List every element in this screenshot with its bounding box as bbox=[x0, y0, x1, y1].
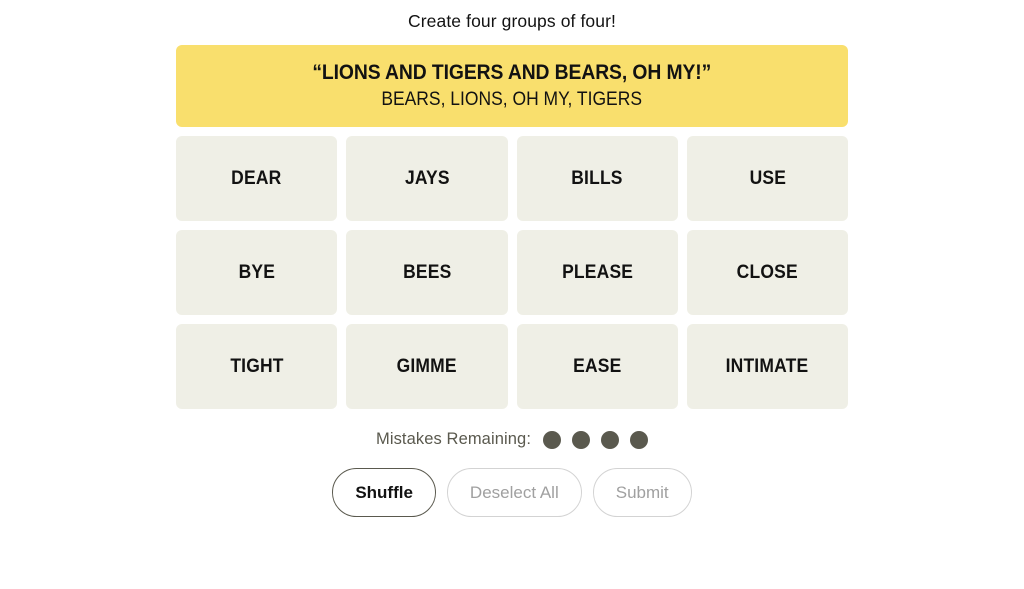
word-tile-label: BYE bbox=[238, 261, 275, 283]
word-tile-ease[interactable]: EASE bbox=[516, 324, 678, 409]
word-tile-please[interactable]: PLEASE bbox=[516, 230, 678, 315]
solved-group-members: BEARS, LIONS, OH MY, TIGERS bbox=[381, 89, 643, 111]
connections-game-page: Create four groups of four! “LIONS AND T… bbox=[0, 0, 1024, 589]
puzzle-board: “LIONS AND TIGERS AND BEARS, OH MY!” BEA… bbox=[176, 45, 848, 409]
instruction-text: Create four groups of four! bbox=[408, 11, 616, 31]
mistakes-remaining: Mistakes Remaining: bbox=[375, 430, 649, 449]
word-tile-label: GIMME bbox=[396, 355, 457, 377]
word-tile-label: DEAR bbox=[231, 167, 282, 189]
mistakes-dot-group bbox=[543, 430, 649, 449]
word-tile-gimme[interactable]: GIMME bbox=[346, 324, 508, 409]
word-tile-label: CLOSE bbox=[736, 261, 798, 283]
submit-button[interactable]: Submit bbox=[592, 468, 692, 517]
word-tile-label: PLEASE bbox=[561, 261, 633, 283]
solved-group-title: “LIONS AND TIGERS AND BEARS, OH MY!” bbox=[312, 61, 712, 84]
tile-row: DEAR JAYS BILLS USE bbox=[176, 136, 848, 221]
action-button-row: Shuffle Deselect All Submit bbox=[332, 468, 692, 517]
word-tile-label: JAYS bbox=[404, 167, 450, 189]
word-tile-use[interactable]: USE bbox=[686, 136, 848, 221]
word-tile-intimate[interactable]: INTIMATE bbox=[686, 324, 848, 409]
word-tile-bye[interactable]: BYE bbox=[176, 230, 338, 315]
mistakes-remaining-label: Mistakes Remaining: bbox=[375, 430, 532, 448]
tile-row: BYE BEES PLEASE CLOSE bbox=[176, 230, 848, 315]
word-tile-label: BEES bbox=[402, 261, 452, 283]
word-tile-label: EASE bbox=[572, 355, 622, 377]
word-tile-jays[interactable]: JAYS bbox=[346, 136, 508, 221]
tile-row: TIGHT GIMME EASE INTIMATE bbox=[176, 324, 848, 409]
word-tile-dear[interactable]: DEAR bbox=[176, 136, 338, 221]
word-tile-close[interactable]: CLOSE bbox=[686, 230, 848, 315]
mistake-dot bbox=[630, 430, 649, 449]
mistake-dot bbox=[601, 430, 620, 449]
word-tile-tight[interactable]: TIGHT bbox=[176, 324, 338, 409]
word-tile-bees[interactable]: BEES bbox=[346, 230, 508, 315]
word-tile-label: USE bbox=[749, 167, 786, 189]
word-tile-label: TIGHT bbox=[229, 355, 284, 377]
mistake-dot bbox=[543, 430, 562, 449]
solved-group-yellow: “LIONS AND TIGERS AND BEARS, OH MY!” BEA… bbox=[176, 45, 848, 127]
word-tile-label: INTIMATE bbox=[726, 355, 809, 377]
word-tile-label: BILLS bbox=[571, 167, 623, 189]
deselect-all-button[interactable]: Deselect All bbox=[446, 468, 582, 517]
word-tile-bills[interactable]: BILLS bbox=[516, 136, 678, 221]
mistake-dot bbox=[572, 430, 591, 449]
shuffle-button[interactable]: Shuffle bbox=[332, 468, 436, 517]
